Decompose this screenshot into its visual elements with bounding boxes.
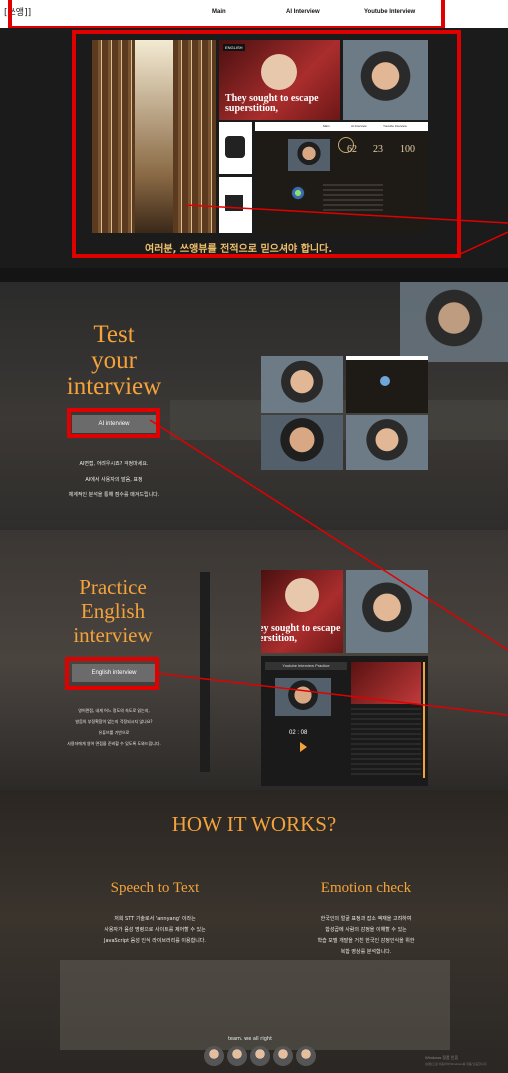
youtube-practice-timer: 02 : 08: [289, 730, 308, 736]
preview-stat-1: 62: [347, 144, 357, 155]
preview-nav-ai: AI Interview: [351, 124, 367, 128]
test-photo-1: [261, 356, 343, 413]
test-photo-2-nav: [346, 356, 428, 360]
emotion-desc-line-1: 한국인의 얼굴 표정과 잡소 액재을 고려하여: [320, 916, 412, 922]
preview-webcam: [288, 139, 330, 171]
youtube-transcript: [351, 708, 421, 778]
practice-speaker-face: [285, 578, 319, 612]
test-desc-line-1: AI면접, 어려우시죠? 걱정마세요.: [79, 461, 149, 467]
webcam-shape: [225, 136, 245, 158]
team-label: team. we all right: [227, 1036, 273, 1042]
ai-button-highlight-box: [67, 408, 160, 438]
how-it-works-title: HOW IT WORKS?: [171, 812, 337, 836]
speech-desc-line-1: 저희 STT 기술로서 'annyang' 이라는: [114, 916, 196, 922]
speech-desc-line-2: 사용자가 음성 명령으로 사이트를 제어할 수 있는: [104, 927, 206, 933]
preview-stat-3: 100: [400, 144, 415, 155]
preview-nav-main: Main: [323, 124, 330, 128]
preview-nav-youtube: Youtube Interview: [383, 124, 407, 128]
background-person-image: [400, 282, 508, 362]
play-icon[interactable]: [300, 742, 307, 752]
laptop-shape: [225, 195, 243, 211]
youtube-practice-webcam: [275, 678, 331, 716]
practice-desc-line-2: 발음의 부정확함이 없는지 걱정되시지 않나요?: [75, 719, 153, 724]
test-heading-line-3: interview: [66, 373, 162, 400]
windows-watermark-text: [설정]으로 이동하여 Windows를 정품 인증합니다.: [425, 1062, 488, 1066]
youtube-practice-screenshot: Youtube Interview Practice 02 : 08: [261, 656, 428, 786]
webcam-user-image: [343, 40, 428, 120]
emotion-check-title: Emotion check: [320, 880, 412, 896]
news-video-thumbnail[interactable]: ENGLISH They sought to escape superstiti…: [219, 40, 340, 120]
practice-desc-line-3: 유튜브를 기반으로: [98, 730, 130, 735]
test-photo-3: [261, 415, 343, 470]
speech-to-text-title: Speech to Text: [110, 880, 200, 896]
practice-news-headline: ey sought to escape erstition,: [261, 623, 341, 644]
youtube-video-frame[interactable]: [351, 662, 421, 704]
preview-stat-2: 23: [373, 144, 383, 155]
practice-desc-line-4: 사용자에게 영어 면접을 준비할 수 있도록 도와드립니다.: [67, 741, 161, 746]
practice-heading-line-2: English: [80, 599, 146, 623]
youtube-practice-title: Youtube Interview Practice: [265, 662, 347, 670]
library-image: [92, 40, 216, 233]
windows-watermark-title: Windows 정품 인증: [425, 1055, 459, 1060]
practice-desc-line-1: 영어면접, 내게 어느 정도의 속도로 읽는지,: [78, 708, 150, 713]
practice-heading-line-1: Practice: [79, 575, 147, 599]
emotion-desc-line-4: 복합 영상를 분석합니다.: [340, 949, 392, 955]
preview-emotion-icon: [291, 186, 305, 200]
test-desc-line-2: AI에서 사용자의 발음, 표정: [85, 477, 143, 483]
test-heading-line-2: your: [91, 347, 137, 374]
team-avatar-2[interactable]: [227, 1046, 247, 1066]
team-avatar-1[interactable]: [204, 1046, 224, 1066]
preview-nav-bar: Main AI Interview Youtube Interview: [255, 122, 428, 131]
test-desc-line-3: 체계적인 분석을 통해 점수를 매겨드립니다.: [68, 492, 160, 498]
preview-results-list: [323, 184, 383, 214]
speaker-face: [261, 54, 297, 90]
news-brand-label: ENGLISH: [223, 44, 245, 51]
emotion-desc-line-2: 합성곱에 사람의 감정을 이해할 수 있는: [325, 927, 407, 933]
english-button-highlight-box: [65, 657, 159, 690]
test-photo-2: [346, 356, 428, 413]
nav-highlight-box: [8, 0, 445, 30]
test-photo-2-icon: [380, 376, 390, 386]
emotion-desc-line-3: 학습 모델 개발을 거친 한국인 감정인식을 위한: [317, 938, 415, 944]
webcam-product-image: [219, 122, 252, 174]
team-avatar-3[interactable]: [250, 1046, 270, 1066]
app-preview-screenshot: Main AI Interview Youtube Interview 62 2…: [255, 122, 428, 233]
test-photo-4: [346, 415, 428, 470]
practice-news-thumbnail[interactable]: ey sought to escape erstition,: [261, 570, 343, 653]
test-heading-line-1: Test: [93, 321, 135, 348]
test-heading: Test your interview: [60, 322, 168, 400]
speech-desc-line-3: JavaScript 음성 인식 라이브러리를 이용합니다.: [103, 938, 206, 944]
youtube-scrollbar[interactable]: [423, 662, 425, 778]
news-headline: They sought to escape superstition,: [225, 93, 319, 114]
laptop-product-image: [219, 177, 252, 233]
practice-heading: Practice English interview: [58, 575, 168, 647]
hero-caption: 여러분, 쓰앵뷰를 전적으로 믿으셔야 합니다.: [145, 244, 333, 255]
team-avatar-5[interactable]: [296, 1046, 316, 1066]
practice-heading-line-3: interview: [73, 623, 153, 647]
team-avatar-4[interactable]: [273, 1046, 293, 1066]
practice-user-image: [346, 570, 428, 653]
